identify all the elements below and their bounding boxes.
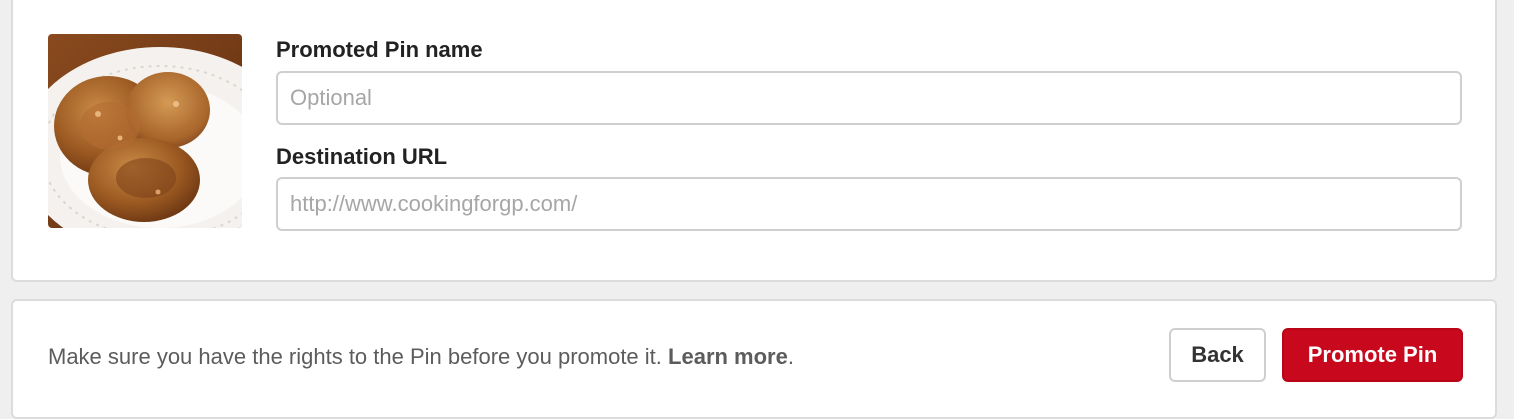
- pancakes-image: [48, 34, 242, 228]
- promoted-pin-name-label: Promoted Pin name: [276, 37, 483, 62]
- back-button[interactable]: Back: [1169, 328, 1266, 382]
- action-bar: Make sure you have the rights to the Pin…: [11, 299, 1497, 419]
- promote-pin-button[interactable]: Promote Pin: [1282, 328, 1463, 382]
- disclaimer-text: Make sure you have the rights to the Pin…: [48, 344, 662, 369]
- pin-details-card: Promoted Pin name Destination URL: [11, 0, 1497, 282]
- rights-disclaimer: Make sure you have the rights to the Pin…: [48, 344, 794, 370]
- destination-url-label: Destination URL: [276, 144, 448, 169]
- pin-thumbnail: [48, 34, 242, 228]
- promoted-pin-name-input[interactable]: [276, 71, 1462, 125]
- learn-more-link[interactable]: Learn more: [668, 344, 788, 369]
- destination-url-input[interactable]: [276, 177, 1462, 231]
- disclaimer-period: .: [787, 344, 794, 369]
